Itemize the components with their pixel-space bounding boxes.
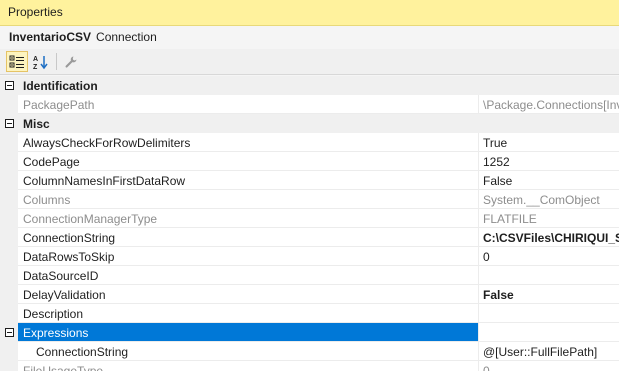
toolbar-separator — [56, 53, 57, 70]
collapse-toggle[interactable] — [0, 323, 18, 342]
property-row-expression-connectionstring[interactable]: ConnectionString @[User::FullFilePath] — [0, 342, 619, 361]
property-value[interactable] — [478, 323, 619, 342]
property-row-description[interactable]: Description — [0, 304, 619, 323]
property-value[interactable]: 0 — [478, 247, 619, 266]
wrench-icon — [65, 56, 77, 68]
property-value[interactable] — [478, 304, 619, 323]
property-value[interactable]: False — [478, 285, 619, 304]
property-value[interactable]: @[User::FullFilePath] — [478, 342, 619, 361]
property-name: CodePage — [18, 152, 478, 171]
property-row-fileusagetype[interactable]: FileUsageType 0 — [0, 361, 619, 371]
property-row-connectionmanagertype[interactable]: ConnectionManagerType FLATFILE — [0, 209, 619, 228]
collapse-icon — [4, 81, 14, 90]
property-row-datarowstoskip[interactable]: DataRowsToSkip 0 — [0, 247, 619, 266]
property-name-selected: Expressions — [18, 323, 478, 342]
property-value[interactable]: 0 — [478, 361, 619, 371]
property-value[interactable]: System.__ComObject — [478, 190, 619, 209]
property-name: ConnectionString — [18, 342, 478, 361]
categorized-icon — [9, 55, 24, 68]
property-value[interactable]: False — [478, 171, 619, 190]
property-row-expressions[interactable]: Expressions — [0, 323, 619, 342]
property-name: DelayValidation — [18, 285, 478, 304]
object-name: InventarioCSV — [9, 30, 92, 44]
property-name: DataSourceID — [18, 266, 478, 285]
property-grid: Identification PackagePath \Package.Conn… — [0, 76, 619, 371]
property-value[interactable]: C:\CSVFiles\CHIRIQUI_SH — [478, 228, 619, 247]
property-name: Columns — [18, 190, 478, 209]
property-row-datasourceid[interactable]: DataSourceID — [0, 266, 619, 285]
property-name: PackagePath — [18, 95, 478, 114]
object-selector[interactable]: InventarioCSV Connection — [0, 26, 619, 48]
property-name: ColumnNamesInFirstDataRow — [18, 171, 478, 190]
category-identification[interactable]: Identification — [0, 76, 619, 95]
property-value[interactable]: FLATFILE — [478, 209, 619, 228]
property-name: ConnectionString — [18, 228, 478, 247]
collapse-icon — [4, 328, 14, 337]
category-misc[interactable]: Misc — [0, 114, 619, 133]
property-name: AlwaysCheckForRowDelimiters — [18, 133, 478, 152]
property-row-connectionstring[interactable]: ConnectionString C:\CSVFiles\CHIRIQUI_SH — [0, 228, 619, 247]
property-row-delayvalidation[interactable]: DelayValidation False — [0, 285, 619, 304]
collapse-toggle[interactable] — [0, 76, 18, 95]
property-name: FileUsageType — [18, 361, 478, 371]
svg-text:Z: Z — [33, 64, 38, 70]
property-value[interactable]: \Package.Connections[Inventario — [478, 95, 619, 114]
property-row-columnnamesinfirstdatarow[interactable]: ColumnNamesInFirstDataRow False — [0, 171, 619, 190]
alphabetical-button[interactable]: A Z — [30, 51, 52, 72]
property-value[interactable]: 1252 — [478, 152, 619, 171]
properties-title-bar: Properties — [0, 0, 619, 26]
svg-text:A: A — [33, 56, 38, 63]
property-name: DataRowsToSkip — [18, 247, 478, 266]
property-value[interactable] — [478, 266, 619, 285]
alphabetical-icon: A Z — [33, 55, 48, 70]
category-label: Identification — [18, 76, 478, 95]
property-name: ConnectionManagerType — [18, 209, 478, 228]
property-row-codepage[interactable]: CodePage 1252 — [0, 152, 619, 171]
property-row-columns[interactable]: Columns System.__ComObject — [0, 190, 619, 209]
categorized-button[interactable] — [6, 51, 28, 72]
object-type: Connection — [96, 30, 157, 44]
window-title: Properties — [8, 5, 63, 19]
collapse-toggle[interactable] — [0, 114, 18, 133]
property-row-alwayscheckforrowdelimiters[interactable]: AlwaysCheckForRowDelimiters True — [0, 133, 619, 152]
property-value[interactable]: True — [478, 133, 619, 152]
collapse-icon — [4, 119, 14, 128]
property-name: Description — [18, 304, 478, 323]
property-row-packagepath[interactable]: PackagePath \Package.Connections[Inventa… — [0, 95, 619, 114]
properties-toolbar: A Z — [0, 49, 619, 75]
property-pages-button[interactable] — [60, 51, 82, 72]
category-label: Misc — [18, 114, 478, 133]
